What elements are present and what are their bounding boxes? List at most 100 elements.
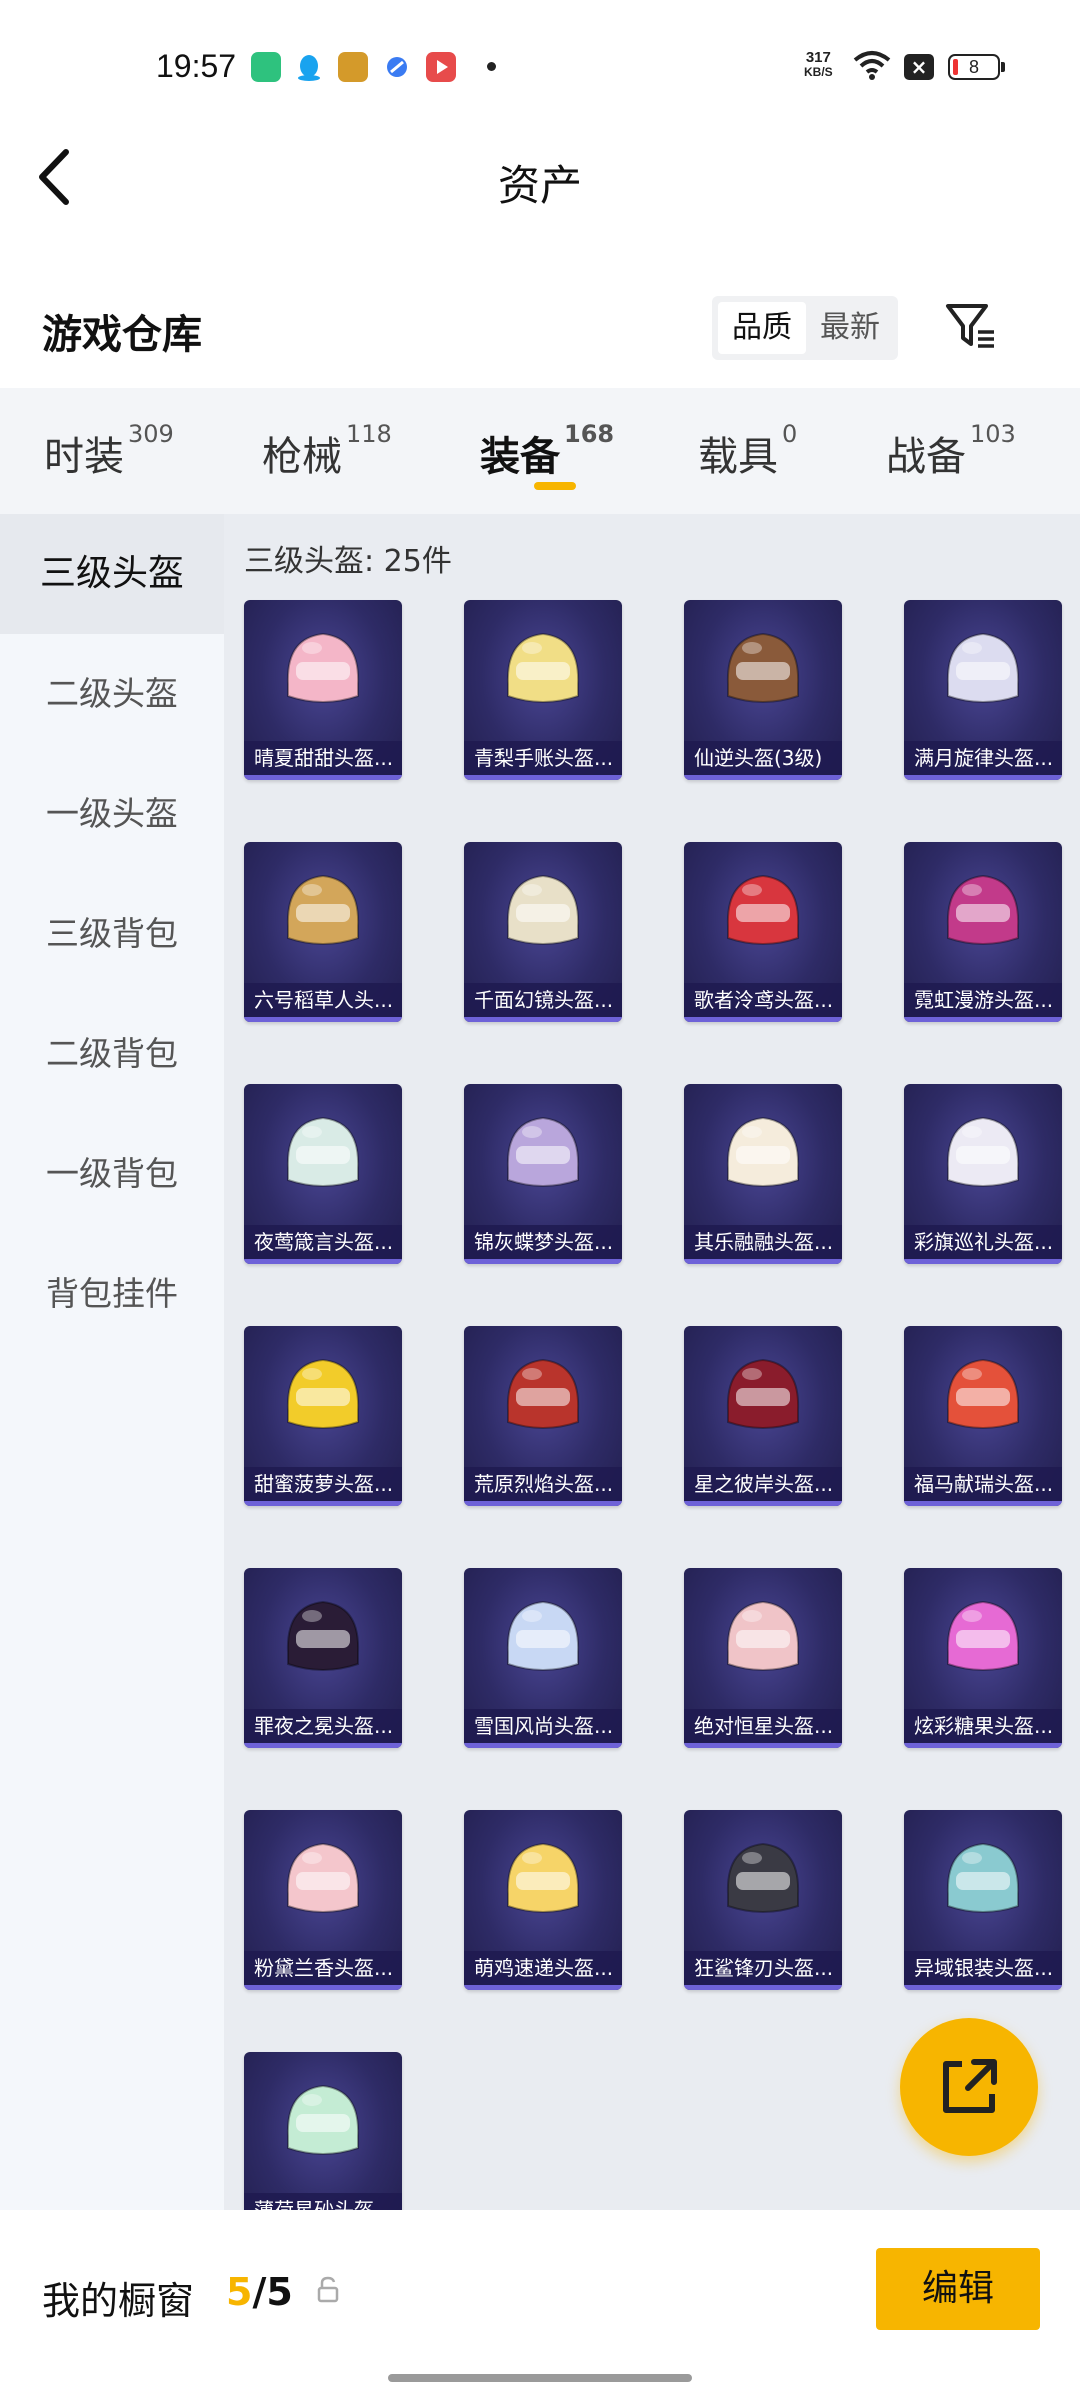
helmet-card[interactable]: 青梨手账头盔...: [464, 600, 622, 780]
helmet-card[interactable]: 炫彩糖果头盔...: [904, 1568, 1062, 1748]
helmet-icon: [286, 1116, 360, 1187]
sidebar-item-level2-backpack[interactable]: 二级背包: [0, 994, 224, 1114]
helmet-card[interactable]: 甜蜜菠萝头盔...: [244, 1326, 402, 1506]
showcase-label: 我的橱窗: [42, 2279, 195, 2323]
helmet-card-label: 粉黛兰香头盔...: [244, 1951, 402, 1985]
helmet-card-label: 炫彩糖果头盔...: [904, 1709, 1062, 1743]
helmet-card[interactable]: 异域银装头盔...: [904, 1810, 1062, 1990]
notification-dot: [487, 62, 496, 71]
helmet-card-label: 其乐融融头盔...: [684, 1225, 842, 1259]
battery-icon: 8: [948, 54, 1000, 80]
helmet-card[interactable]: 粉黛兰香头盔...: [244, 1810, 402, 1990]
helmet-icon: [946, 874, 1020, 945]
helmet-card-label: 锦灰蝶梦头盔...: [464, 1225, 622, 1259]
helmet-card[interactable]: 罪夜之冕头盔...: [244, 1568, 402, 1748]
helmet-icon: [946, 632, 1020, 703]
share-external-icon: [943, 2059, 997, 2113]
tab-fashion[interactable]: 时装 309: [44, 420, 174, 482]
helmet-card-label: 星之彼岸头盔...: [684, 1467, 842, 1501]
helmet-card[interactable]: 晴夏甜甜头盔...: [244, 600, 402, 780]
sidebar-item-level3-backpack[interactable]: 三级背包: [0, 874, 224, 994]
qq-icon: [294, 52, 324, 82]
tab-vehicles[interactable]: 载具 0: [698, 420, 797, 482]
page-title: 资产: [497, 161, 582, 210]
helmet-card[interactable]: 狂鲨锋刃头盔...: [684, 1810, 842, 1990]
wifi-icon: [853, 51, 891, 80]
helmet-icon: [506, 1600, 580, 1671]
filter-icon[interactable]: [944, 300, 998, 352]
helmet-card-label: 甜蜜菠萝头盔...: [244, 1467, 402, 1501]
helmet-card[interactable]: 锦灰蝶梦头盔...: [464, 1084, 622, 1264]
game-icon: [338, 52, 368, 82]
helmet-icon: [946, 1842, 1020, 1913]
helmet-card-label: 萌鸡速递头盔...: [464, 1951, 622, 1985]
helmet-card-label: 荒原烈焰头盔...: [464, 1467, 622, 1501]
helmet-card[interactable]: 星之彼岸头盔...: [684, 1326, 842, 1506]
helmet-icon: [726, 1358, 800, 1429]
helmet-card[interactable]: 萌鸡速递头盔...: [464, 1810, 622, 1990]
showcase-count: 5/5: [226, 2270, 293, 2314]
helmet-card[interactable]: 夜莺箴言头盔...: [244, 1084, 402, 1264]
helmet-card-label: 六号稻草人头...: [244, 983, 402, 1017]
sort-toggle: 品质 最新: [712, 296, 898, 360]
helmet-card-label: 千面幻镜头盔...: [464, 983, 622, 1017]
sidebar-item-level3-helmet[interactable]: 三级头盔: [0, 514, 224, 634]
helmet-card[interactable]: 福马献瑞头盔...: [904, 1326, 1062, 1506]
helmet-card-label: 异域银装头盔...: [904, 1951, 1062, 1985]
helmet-card-label: 满月旋律头盔...: [904, 741, 1062, 775]
tab-equipment[interactable]: 装备 168: [480, 420, 614, 482]
helmet-icon: [726, 632, 800, 703]
helmet-card[interactable]: 彩旗巡礼头盔...: [904, 1084, 1062, 1264]
tab-weapons[interactable]: 枪械 118: [262, 420, 392, 482]
battery-tip: [1001, 62, 1005, 72]
helmet-card[interactable]: 绝对恒星头盔...: [684, 1568, 842, 1748]
helmet-icon: [726, 1842, 800, 1913]
helmet-icon: [506, 1358, 580, 1429]
helmet-icon: [946, 1116, 1020, 1187]
helmet-icon: [286, 632, 360, 703]
section-title: 游戏仓库: [42, 312, 202, 358]
sort-option-quality[interactable]: 品质: [718, 302, 806, 354]
helmet-card-label: 雪国风尚头盔...: [464, 1709, 622, 1743]
status-bar: 19:57 317 KB/S × 8: [0, 0, 1080, 130]
helmet-card[interactable]: 荒原烈焰头盔...: [464, 1326, 622, 1506]
helmet-card[interactable]: 歌者泠鸢头盔...: [684, 842, 842, 1022]
helmet-card-label: 福马献瑞头盔...: [904, 1467, 1062, 1501]
helmet-card-label: 彩旗巡礼头盔...: [904, 1225, 1062, 1259]
status-time: 19:57: [156, 48, 237, 84]
helmet-card[interactable]: 六号稻草人头...: [244, 842, 402, 1022]
helmet-icon: [946, 1600, 1020, 1671]
edit-button[interactable]: 编辑: [876, 2248, 1040, 2330]
helmet-card-label: 夜莺箴言头盔...: [244, 1225, 402, 1259]
sidebar-item-level2-helmet[interactable]: 二级头盔: [0, 634, 224, 754]
item-count-label: 三级头盔: 25件: [244, 544, 452, 579]
helmet-icon: [506, 1116, 580, 1187]
helmet-card[interactable]: 满月旋律头盔...: [904, 600, 1062, 780]
helmet-card-label: 罪夜之冕头盔...: [244, 1709, 402, 1743]
helmet-card[interactable]: 雪国风尚头盔...: [464, 1568, 622, 1748]
sort-option-latest[interactable]: 最新: [806, 302, 894, 354]
network-speed: 317 KB/S: [804, 49, 833, 79]
helmet-icon: [726, 874, 800, 945]
helmet-card[interactable]: 其乐融融头盔...: [684, 1084, 842, 1264]
helmet-icon: [506, 632, 580, 703]
helmet-icon: [286, 1358, 360, 1429]
tab-supplies[interactable]: 战备 103: [886, 420, 1016, 482]
lock-open-icon: [317, 2276, 339, 2303]
helmet-card-label: 霓虹漫游头盔...: [904, 983, 1062, 1017]
helmet-icon: [286, 1842, 360, 1913]
helmet-card-label: 青梨手账头盔...: [464, 741, 622, 775]
sidebar-item-level1-backpack[interactable]: 一级背包: [0, 1114, 224, 1234]
helmet-card-label: 仙逆头盔(3级): [684, 741, 842, 775]
helmet-card[interactable]: 霓虹漫游头盔...: [904, 842, 1062, 1022]
helmet-card-label: 歌者泠鸢头盔...: [684, 983, 842, 1017]
helmet-card[interactable]: 千面幻镜头盔...: [464, 842, 622, 1022]
helmet-card[interactable]: 仙逆头盔(3级): [684, 600, 842, 780]
helmet-card[interactable]: 薄荷星砂头盔...: [244, 2052, 402, 2232]
helmet-icon: [506, 874, 580, 945]
sidebar-item-level1-helmet[interactable]: 一级头盔: [0, 754, 224, 874]
app-green-icon: [251, 52, 281, 82]
helmet-icon: [506, 1842, 580, 1913]
share-button[interactable]: [900, 2018, 1038, 2156]
sidebar-item-backpack-pendant[interactable]: 背包挂件: [0, 1234, 224, 1354]
